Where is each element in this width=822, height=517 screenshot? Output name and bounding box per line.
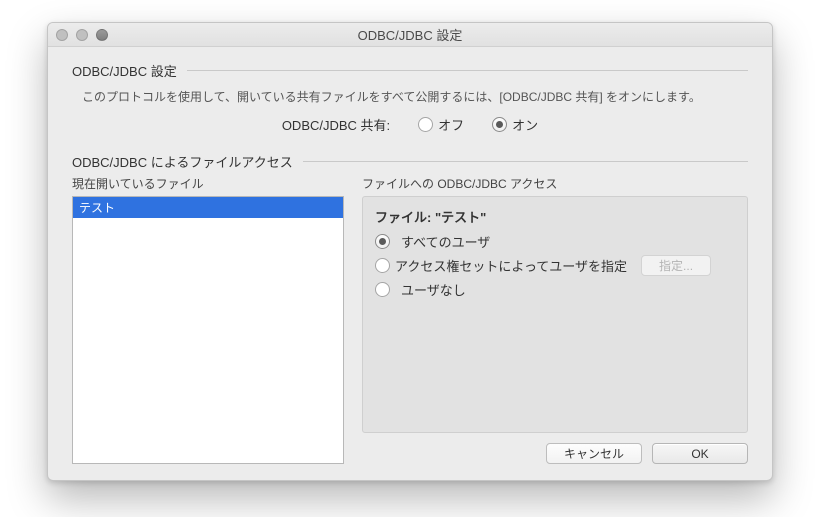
specify-button: 指定... — [641, 255, 711, 276]
share-label: ODBC/JDBC 共有: — [282, 115, 390, 134]
zoom-icon[interactable] — [96, 29, 108, 41]
radio-icon — [418, 117, 433, 132]
share-on-label: オン — [512, 115, 538, 134]
access-priv-option-row: アクセス権セットによってユーザを指定 指定... — [375, 255, 735, 276]
section-file-access-label: ODBC/JDBC によるファイルアクセス — [72, 152, 293, 171]
access-priv-option[interactable]: アクセス権セットによってユーザを指定 — [375, 256, 627, 275]
minimize-icon[interactable] — [76, 29, 88, 41]
section-file-access-header: ODBC/JDBC によるファイルアクセス — [72, 152, 748, 171]
access-file-line: ファイル: "テスト" — [375, 207, 735, 226]
open-files-list[interactable]: テスト — [72, 196, 344, 464]
access-all-users-option[interactable]: すべてのユーザ — [375, 232, 735, 251]
radio-icon — [375, 282, 390, 297]
list-item[interactable]: テスト — [73, 197, 343, 218]
access-none-option[interactable]: ユーザなし — [375, 280, 735, 299]
share-off-label: オフ — [438, 115, 464, 134]
open-files-label: 現在開いているファイル — [72, 175, 344, 192]
dialog-footer: キャンセル OK — [362, 443, 748, 464]
cancel-button[interactable]: キャンセル — [546, 443, 642, 464]
dialog-window: ODBC/JDBC 設定 ODBC/JDBC 設定 このプロトコルを使用して、開… — [47, 22, 773, 481]
radio-icon — [492, 117, 507, 132]
access-column: ファイルへの ODBC/JDBC アクセス ファイル: "テスト" すべてのユー… — [362, 175, 748, 464]
ok-button[interactable]: OK — [652, 443, 748, 464]
titlebar: ODBC/JDBC 設定 — [48, 23, 772, 47]
columns: 現在開いているファイル テスト ファイルへの ODBC/JDBC アクセス ファ… — [72, 175, 748, 464]
share-off-option[interactable]: オフ — [418, 115, 464, 134]
close-icon[interactable] — [56, 29, 68, 41]
share-toggle-row: ODBC/JDBC 共有: オフ オン — [72, 115, 748, 134]
window-title: ODBC/JDBC 設定 — [56, 25, 764, 44]
file-prefix: ファイル: — [375, 210, 435, 225]
section-odbc-settings-header: ODBC/JDBC 設定 — [72, 61, 748, 80]
section-odbc-settings-desc: このプロトコルを使用して、開いている共有ファイルをすべて公開するには、[ODBC… — [82, 88, 748, 105]
access-panel: ファイル: "テスト" すべてのユーザ アクセス権セットによってユーザを指定 指… — [362, 196, 748, 433]
access-priv-label: アクセス権セットによってユーザを指定 — [395, 256, 627, 275]
access-none-label: ユーザなし — [401, 280, 466, 299]
share-on-option[interactable]: オン — [492, 115, 538, 134]
open-files-column: 現在開いているファイル テスト — [72, 175, 344, 464]
radio-icon — [375, 234, 390, 249]
file-name: "テスト" — [435, 210, 486, 225]
access-panel-label: ファイルへの ODBC/JDBC アクセス — [362, 175, 748, 192]
access-all-users-label: すべてのユーザ — [401, 232, 490, 251]
divider — [187, 70, 748, 71]
traffic-lights — [56, 29, 108, 41]
radio-icon — [375, 258, 390, 273]
divider — [303, 161, 748, 162]
section-odbc-settings-label: ODBC/JDBC 設定 — [72, 61, 177, 80]
content-area: ODBC/JDBC 設定 このプロトコルを使用して、開いている共有ファイルをすべ… — [48, 47, 772, 480]
